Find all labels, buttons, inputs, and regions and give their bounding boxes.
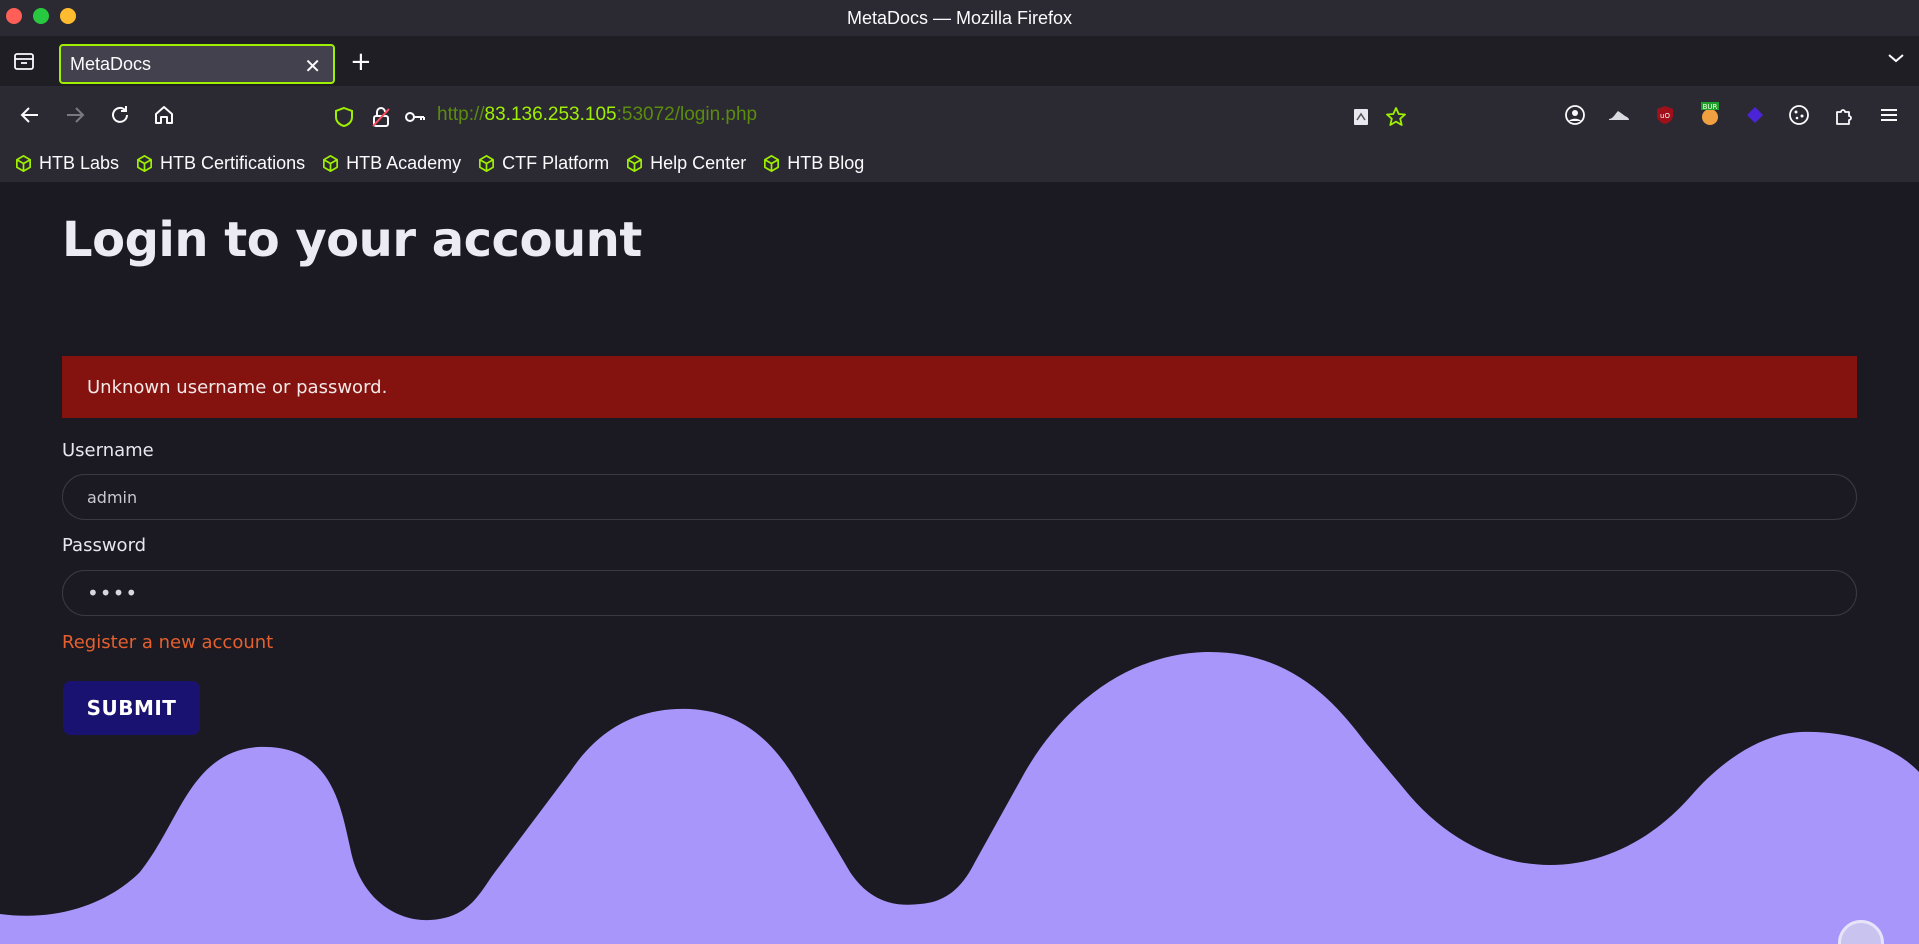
window-title: MetaDocs — Mozilla Firefox xyxy=(846,7,1073,28)
forward-icon[interactable] xyxy=(62,102,88,128)
back-icon[interactable] xyxy=(17,102,43,128)
insecure-lock-icon[interactable] xyxy=(370,106,392,128)
url-host: 83.136.253.105 xyxy=(484,104,617,125)
page-title: Login to your account xyxy=(62,212,642,268)
extension-sneaker-icon[interactable] xyxy=(1606,102,1632,128)
close-tab-icon[interactable]: ✕ xyxy=(304,54,321,79)
cube-icon xyxy=(764,154,780,172)
account-icon[interactable] xyxy=(1562,102,1588,128)
cube-icon xyxy=(15,154,32,172)
bookmark-help-center[interactable]: Help Center xyxy=(625,153,746,174)
svg-text:uO: uO xyxy=(1660,112,1670,120)
cube-icon xyxy=(479,154,495,172)
username-field[interactable]: admin xyxy=(62,474,1857,520)
tab-label: MetaDocs xyxy=(70,53,152,74)
close-window-button[interactable] xyxy=(6,8,22,24)
page-content: Login to your account Unknown username o… xyxy=(0,182,1919,944)
shield-icon[interactable] xyxy=(333,106,355,128)
bookmark-htb-labs[interactable]: HTB Labs xyxy=(14,153,119,174)
bookmark-ctf-platform[interactable]: CTF Platform xyxy=(477,153,609,174)
extensions-puzzle-icon[interactable] xyxy=(1831,102,1857,128)
username-label: Username xyxy=(62,440,154,461)
bookmark-htb-academy[interactable]: HTB Academy xyxy=(321,153,461,174)
bookmark-label: HTB Blog xyxy=(787,152,865,173)
window-controls xyxy=(6,8,76,24)
cube-icon xyxy=(137,154,153,172)
cube-icon xyxy=(627,154,643,172)
bookmark-label: HTB Certifications xyxy=(160,152,306,173)
svg-text:BUR: BUR xyxy=(1703,103,1718,111)
navigation-toolbar: http://83.136.253.105:53072/login.php uO… xyxy=(0,86,1919,144)
bookmark-label: HTB Labs xyxy=(39,152,120,173)
home-icon[interactable] xyxy=(151,102,177,128)
wappalyzer-icon[interactable] xyxy=(1742,102,1768,128)
bookmark-htb-certifications[interactable]: HTB Certifications xyxy=(135,153,305,174)
bookmark-label: Help Center xyxy=(650,152,747,173)
page-action-icon[interactable] xyxy=(1350,106,1372,128)
username-value: admin xyxy=(87,487,138,507)
tab-bar: MetaDocs ✕ + xyxy=(0,36,1919,86)
key-icon[interactable] xyxy=(404,106,426,128)
url-text[interactable]: http://83.136.253.105:53072/login.php xyxy=(437,104,757,126)
error-alert-text: Unknown username or password. xyxy=(87,376,388,398)
password-label: Password xyxy=(62,535,147,556)
tab-metadocs[interactable]: MetaDocs ✕ xyxy=(59,44,335,84)
error-alert: Unknown username or password. xyxy=(62,356,1857,418)
register-link[interactable]: Register a new account xyxy=(62,632,273,653)
bookmark-star-icon[interactable] xyxy=(1385,106,1407,128)
burp-extension-icon[interactable]: BUR xyxy=(1697,102,1723,128)
window-titlebar: MetaDocs — Mozilla Firefox xyxy=(0,0,1919,36)
url-scheme: http:// xyxy=(437,104,485,125)
password-field[interactable]: •••• xyxy=(62,570,1857,616)
decorative-wave xyxy=(0,651,1919,944)
bookmark-label: CTF Platform xyxy=(502,152,610,173)
reload-icon[interactable] xyxy=(107,102,133,128)
submit-button[interactable]: SUBMIT xyxy=(63,681,200,735)
password-value: •••• xyxy=(87,581,139,605)
bookmark-htb-blog[interactable]: HTB Blog xyxy=(762,153,864,174)
url-path: :53072/login.php xyxy=(616,104,758,125)
tab-list-icon[interactable] xyxy=(13,51,35,71)
cookie-icon[interactable] xyxy=(1786,102,1812,128)
hamburger-menu-icon[interactable] xyxy=(1876,102,1902,128)
chevron-down-icon[interactable] xyxy=(1887,48,1905,69)
maximize-window-button[interactable] xyxy=(33,8,49,24)
address-bar[interactable]: http://83.136.253.105:53072/login.php xyxy=(320,96,1420,134)
new-tab-icon[interactable]: + xyxy=(350,47,372,77)
ublock-icon[interactable]: uO xyxy=(1652,102,1678,128)
bookmarks-toolbar: HTB Labs HTB Certifications HTB Academy … xyxy=(0,144,1919,182)
bookmark-label: HTB Academy xyxy=(346,152,462,173)
cube-icon xyxy=(323,154,339,172)
minimize-window-button[interactable] xyxy=(60,8,76,24)
